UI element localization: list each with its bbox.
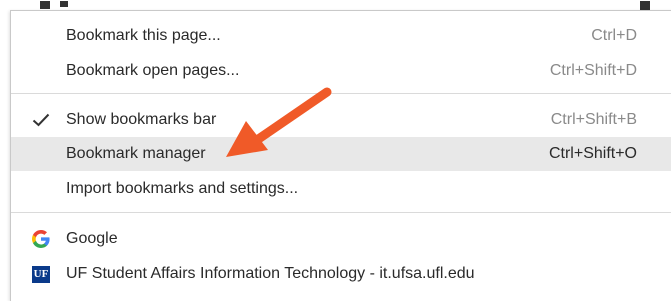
annotation-arrow-icon (226, 87, 332, 157)
